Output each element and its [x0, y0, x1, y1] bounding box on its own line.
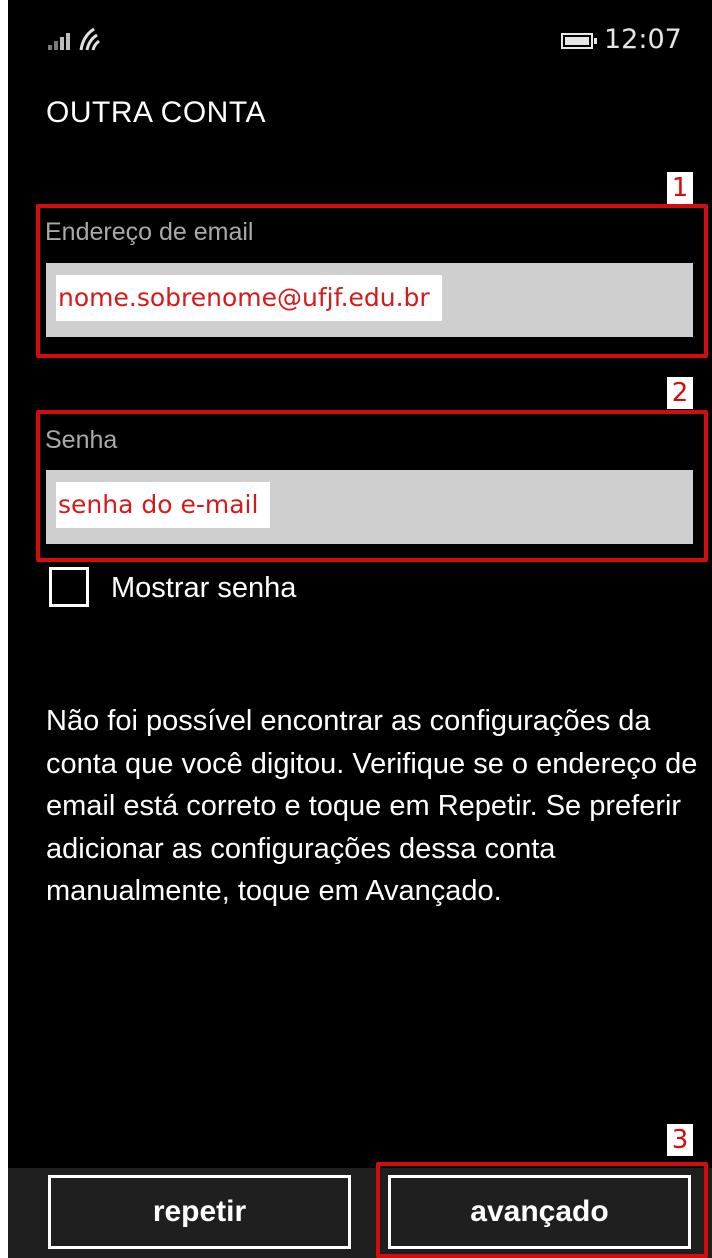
error-message: Não foi possível encontrar as configuraç…: [46, 705, 698, 907]
advanced-button[interactable]: avançado: [388, 1175, 691, 1249]
retry-button[interactable]: repetir: [48, 1175, 351, 1249]
email-field-label: Endereço de email: [45, 218, 254, 246]
status-bar: 12:07: [8, 0, 712, 70]
annotation-number-2: 2: [667, 377, 693, 409]
password-field[interactable]: senha do e-mail: [46, 470, 693, 544]
password-field-label: Senha: [45, 426, 118, 454]
password-field-value: senha do e-mail: [56, 482, 271, 528]
email-field[interactable]: nome.sobrenome@ufjf.edu.br: [46, 263, 693, 337]
annotation-number-1: 1: [667, 172, 693, 204]
show-password-checkbox[interactable]: [49, 567, 89, 607]
email-field-value: nome.sobrenome@ufjf.edu.br: [56, 275, 442, 321]
page-title: OUTRA CONTA: [46, 96, 266, 129]
annotation-number-3: 3: [667, 1124, 693, 1156]
status-clock: 12:07: [604, 24, 682, 55]
battery-icon: [561, 33, 597, 49]
signal-strength-icon: [48, 30, 74, 50]
show-password-label[interactable]: Mostrar senha: [111, 572, 296, 605]
wifi-icon: [79, 27, 100, 51]
phone-screen: 12:07 OUTRA CONTA 1 Endereço de email no…: [8, 0, 712, 1258]
